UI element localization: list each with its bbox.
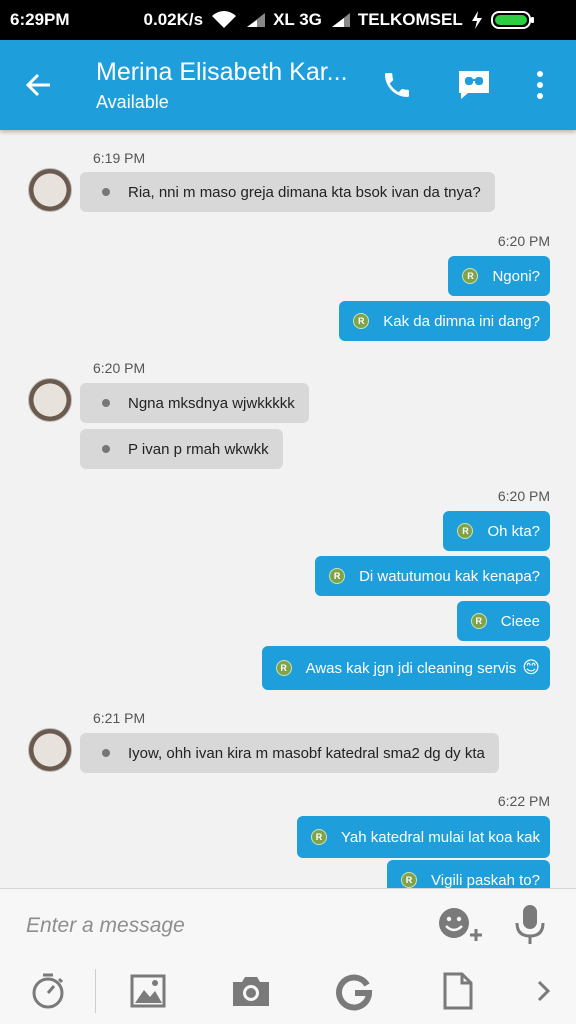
avatar[interactable] bbox=[28, 168, 72, 212]
clock: 6:29PM bbox=[10, 10, 70, 29]
voice-message-button[interactable] bbox=[510, 903, 550, 947]
message-text: Oh kta? bbox=[487, 522, 540, 540]
incoming-message[interactable]: Ria, nni m maso greja dimana kta bsok iv… bbox=[80, 172, 495, 212]
incoming-message[interactable]: P ivan p rmah wkwkk bbox=[80, 429, 283, 469]
message-text: Vigili paskah to? bbox=[431, 871, 540, 889]
message-text: Iyow, ohh ivan kira m masobf katedral sm… bbox=[128, 744, 485, 762]
contact-name[interactable]: Merina Elisabeth Kar... bbox=[96, 58, 348, 87]
outgoing-message[interactable]: R Vigili paskah to? bbox=[387, 860, 550, 888]
bullet-icon bbox=[102, 749, 110, 757]
more-vert-icon bbox=[537, 71, 543, 99]
outgoing-message[interactable]: R Kak da dimna ini dang? bbox=[339, 301, 550, 341]
attachment-toolbar bbox=[0, 961, 576, 1024]
camera-icon bbox=[233, 977, 269, 1006]
wifi-icon bbox=[211, 10, 237, 30]
message-text: Awas kak jgn jdi cleaning servis bbox=[305, 659, 517, 677]
message-text: Ngna mksdnya wjwkkkkk bbox=[128, 394, 295, 412]
file-icon bbox=[443, 972, 473, 1010]
message-text: Yah katedral mulai lat koa kak bbox=[341, 828, 540, 846]
video-call-button[interactable] bbox=[452, 64, 496, 106]
battery-icon bbox=[490, 10, 535, 30]
sender-badge-icon: R bbox=[470, 613, 487, 629]
carrier-2: TELKOMSEL bbox=[357, 10, 463, 29]
signal-icon bbox=[330, 11, 352, 29]
carrier-1: XL 3G bbox=[273, 10, 322, 29]
timer-button[interactable] bbox=[26, 969, 70, 1013]
bullet-icon bbox=[102, 188, 110, 196]
outgoing-message[interactable]: R Di watutumou kak kenapa? bbox=[315, 556, 550, 596]
sender-badge-icon: R bbox=[311, 829, 327, 845]
message-list[interactable]: 6:19 PM Ria, nni m maso greja dimana kta… bbox=[0, 130, 576, 888]
gallery-button[interactable] bbox=[126, 969, 170, 1013]
conversation-header: Merina Elisabeth Kar... Available bbox=[0, 40, 576, 130]
sender-badge-icon: R bbox=[462, 268, 479, 284]
message-text: Kak da dimna ini dang? bbox=[383, 312, 540, 330]
timer-icon bbox=[32, 973, 64, 1009]
call-button[interactable] bbox=[376, 64, 418, 106]
message-text: P ivan p rmah wkwkk bbox=[128, 440, 269, 458]
outgoing-message[interactable]: R Cieee bbox=[456, 601, 550, 641]
charging-icon bbox=[471, 11, 483, 29]
video-chat-icon bbox=[459, 71, 489, 99]
outgoing-message[interactable]: R Awas kak jgn jdi cleaning servis 😊 bbox=[261, 646, 550, 690]
sender-badge-icon: R bbox=[401, 872, 418, 888]
emoji-button[interactable] bbox=[436, 905, 484, 945]
bullet-icon bbox=[102, 445, 110, 453]
message-text: Ngoni? bbox=[492, 267, 540, 285]
outgoing-message[interactable]: R Yah katedral mulai lat koa kak bbox=[297, 816, 550, 858]
camera-button[interactable] bbox=[229, 969, 273, 1013]
sender-badge-icon: R bbox=[329, 568, 346, 584]
chevron-right-icon bbox=[537, 980, 551, 1002]
incoming-message[interactable]: Ngna mksdnya wjwkkkkk bbox=[80, 383, 309, 423]
timestamp: 6:22 PM bbox=[497, 793, 550, 809]
timestamp: 6:20 PM bbox=[497, 233, 550, 249]
phone-icon bbox=[385, 73, 409, 97]
emoji-add-icon bbox=[439, 908, 482, 941]
timestamp: 6:20 PM bbox=[93, 360, 146, 376]
status-bar: 6:29PM 0.02K/s XL 3G TELKOMSEL bbox=[0, 0, 576, 40]
avatar[interactable] bbox=[28, 728, 72, 772]
signal-icon bbox=[245, 11, 267, 29]
sender-badge-icon: R bbox=[457, 523, 474, 539]
outgoing-message[interactable]: R Oh kta? bbox=[443, 511, 550, 551]
timestamp: 6:19 PM bbox=[93, 150, 146, 166]
composer bbox=[0, 888, 576, 1024]
overflow-menu-button[interactable] bbox=[522, 64, 558, 106]
message-input[interactable] bbox=[26, 909, 416, 943]
network-speed: 0.02K/s bbox=[143, 10, 204, 29]
bullet-icon bbox=[102, 399, 110, 407]
toolbar-divider bbox=[95, 969, 96, 1013]
message-text: Ria, nni m maso greja dimana kta bsok iv… bbox=[128, 183, 481, 201]
sender-badge-icon: R bbox=[353, 313, 370, 329]
gif-icon bbox=[336, 974, 373, 1011]
message-text: Di watutumou kak kenapa? bbox=[359, 567, 540, 585]
gallery-icon bbox=[130, 974, 166, 1008]
smiley-emoji: 😊 bbox=[522, 658, 540, 677]
arrow-left-icon bbox=[25, 73, 50, 97]
gif-button[interactable] bbox=[332, 969, 376, 1013]
back-button[interactable] bbox=[18, 64, 60, 106]
more-tools-button[interactable] bbox=[522, 969, 566, 1013]
incoming-message[interactable]: Iyow, ohh ivan kira m masobf katedral sm… bbox=[80, 733, 499, 773]
timestamp: 6:21 PM bbox=[93, 710, 146, 726]
file-button[interactable] bbox=[436, 969, 480, 1013]
avatar[interactable] bbox=[28, 378, 72, 422]
microphone-icon bbox=[515, 905, 545, 944]
timestamp: 6:20 PM bbox=[497, 488, 550, 504]
contact-status: Available bbox=[96, 92, 169, 112]
message-text: Cieee bbox=[500, 612, 540, 630]
outgoing-message[interactable]: R Ngoni? bbox=[448, 256, 550, 296]
sender-badge-icon: R bbox=[275, 660, 292, 676]
